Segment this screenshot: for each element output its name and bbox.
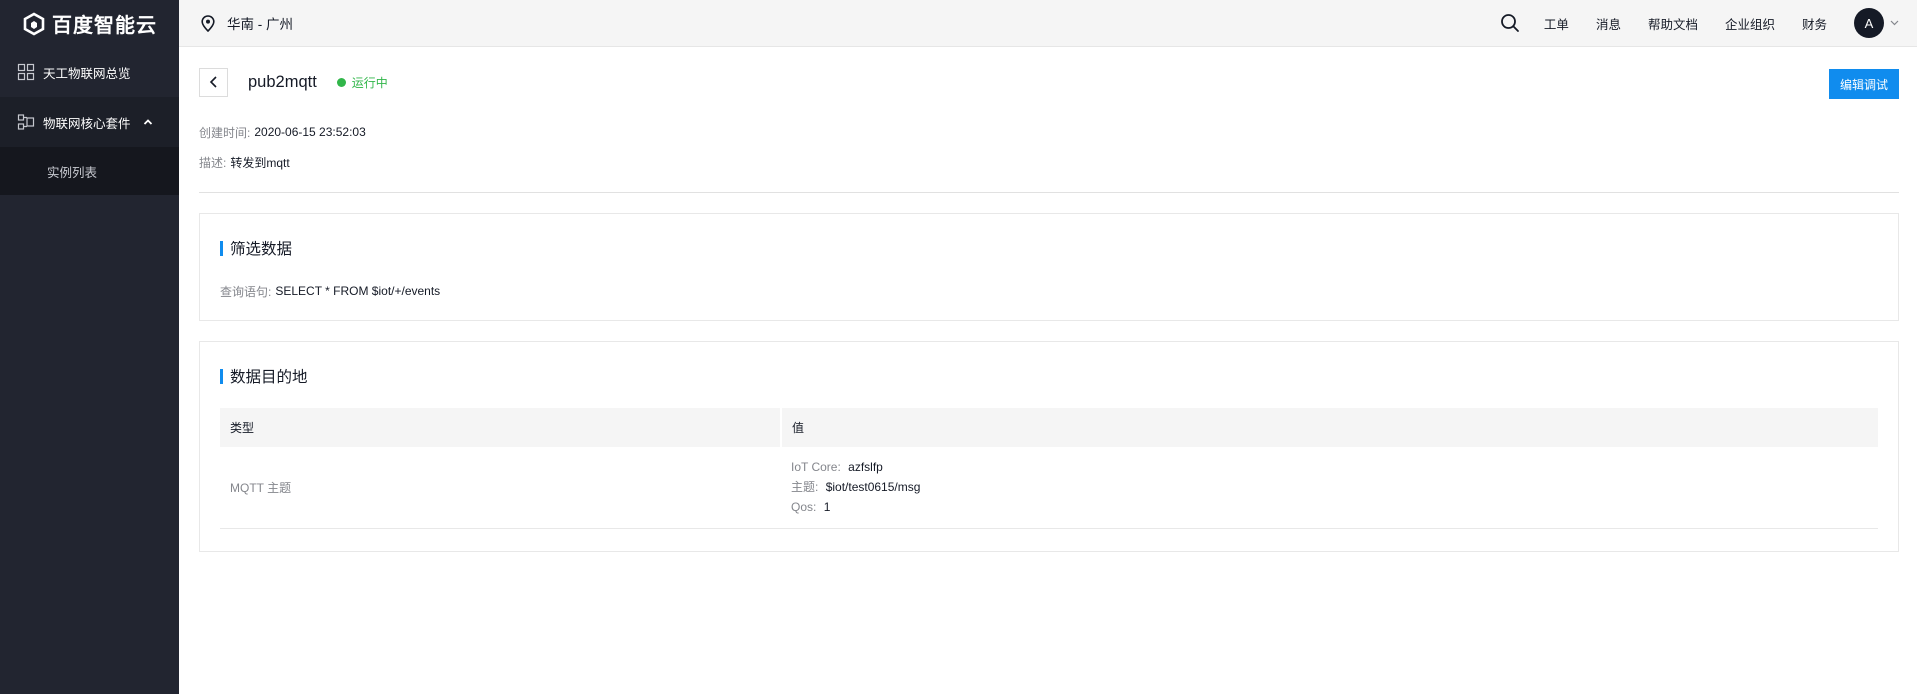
divider <box>199 192 1899 193</box>
sidebar: 百度智能云 天工物联网总览 物联网核心套件 实例列表 <box>0 0 179 694</box>
description-value: 转发到mqtt <box>230 155 290 170</box>
status-label: 运行中 <box>351 75 388 90</box>
cell-value: IoT Core: azfslfp 主题: $iot/test0615/msg … <box>781 447 1878 529</box>
user-menu[interactable]: A <box>1854 8 1899 38</box>
topnav-help-docs[interactable]: 帮助文档 <box>1648 14 1698 33</box>
created-time-label: 创建时间: <box>199 125 251 140</box>
topnav-messages[interactable]: 消息 <box>1596 14 1621 33</box>
chevron-down-icon <box>1890 20 1899 26</box>
title-accent-bar <box>220 240 223 256</box>
topnav-finance[interactable]: 财务 <box>1802 14 1827 33</box>
description-row: 描述: 转发到mqtt <box>199 147 1899 177</box>
chevron-left-icon <box>209 76 217 88</box>
destination-table: 类型 值 MQTT 主题 IoT Core: azfslfp 主题: $iot/… <box>220 408 1878 529</box>
table-row: MQTT 主题 IoT Core: azfslfp 主题: $iot/test0… <box>220 447 1878 529</box>
sidebar-item-iot-suite[interactable]: 物联网核心套件 <box>0 97 179 147</box>
location-pin-icon <box>201 14 215 32</box>
iot-suite-icon <box>17 113 35 131</box>
created-time-value: 2020-06-15 23:52:03 <box>254 125 366 139</box>
region-label: 华南 - 广州 <box>227 17 293 32</box>
topic-label: 主题: <box>791 480 819 495</box>
cloud-logo-icon <box>23 12 45 35</box>
created-time-row: 创建时间: 2020-06-15 23:52:03 <box>199 117 1899 147</box>
query-value: SELECT * FROM $iot/+/events <box>275 284 441 298</box>
table-header-row: 类型 值 <box>220 408 1878 447</box>
filter-data-title: 筛选数据 <box>220 214 1878 280</box>
back-button[interactable] <box>199 67 228 97</box>
data-destination-title-text: 数据目的地 <box>230 369 308 386</box>
sidebar-item-overview[interactable]: 天工物联网总览 <box>0 47 179 97</box>
sidebar-item-instance-list[interactable]: 实例列表 <box>0 147 179 195</box>
sidebar-item-label: 天工物联网总览 <box>43 66 131 81</box>
qos-label: Qos: <box>791 500 817 515</box>
search-icon[interactable] <box>1500 13 1520 33</box>
sidebar-item-label: 物联网核心套件 <box>43 116 131 131</box>
iot-core-label: IoT Core: <box>791 460 841 475</box>
data-destination-title: 数据目的地 <box>220 342 1878 408</box>
status-badge: 运行中 <box>336 74 388 91</box>
column-header-type: 类型 <box>220 408 782 447</box>
cell-type: MQTT 主题 <box>220 447 781 529</box>
description-label: 描述: <box>199 155 227 170</box>
column-header-value: 值 <box>781 408 1878 447</box>
edit-debug-button[interactable]: 编辑调试 <box>1829 69 1899 99</box>
filter-data-title-text: 筛选数据 <box>230 241 293 258</box>
main-content: pub2mqtt 运行中 编辑调试 创建时间: 2020-06-15 23:52… <box>199 47 1899 552</box>
sidebar-subitem-label: 实例列表 <box>47 165 98 180</box>
title-accent-bar <box>220 368 223 384</box>
status-dot-icon <box>336 77 346 87</box>
qos-value: 1 <box>823 500 831 515</box>
grid-icon <box>17 63 35 81</box>
avatar: A <box>1854 8 1884 38</box>
detail-header: pub2mqtt 运行中 编辑调试 <box>199 47 1899 117</box>
qos-row: Qos: 1 <box>791 497 1878 517</box>
page-title: pub2mqtt <box>248 72 317 91</box>
brand-name: 百度智能云 <box>52 15 157 37</box>
query-label: 查询语句: <box>220 284 272 299</box>
data-destination-card: 数据目的地 类型 值 MQTT 主题 IoT Core: azfslfp 主题:… <box>199 341 1899 552</box>
brand-logo[interactable]: 百度智能云 <box>0 0 179 47</box>
region-selector[interactable]: 华南 - 广州 <box>201 13 293 33</box>
topic-value: $iot/test0615/msg <box>825 480 921 495</box>
iot-core-value: azfslfp <box>848 460 883 475</box>
topnav-organization[interactable]: 企业组织 <box>1725 14 1775 33</box>
query-row: 查询语句: SELECT * FROM $iot/+/events <box>220 276 1878 306</box>
filter-data-card: 筛选数据 查询语句: SELECT * FROM $iot/+/events <box>199 213 1899 321</box>
topic-row: 主题: $iot/test0615/msg <box>791 477 1878 497</box>
iot-core-row: IoT Core: azfslfp <box>791 457 1878 477</box>
topnav-ticket[interactable]: 工单 <box>1544 14 1569 33</box>
chevron-up-icon <box>143 119 152 125</box>
top-bar: 华南 - 广州 工单 消息 帮助文档 企业组织 财务 A <box>179 0 1917 47</box>
